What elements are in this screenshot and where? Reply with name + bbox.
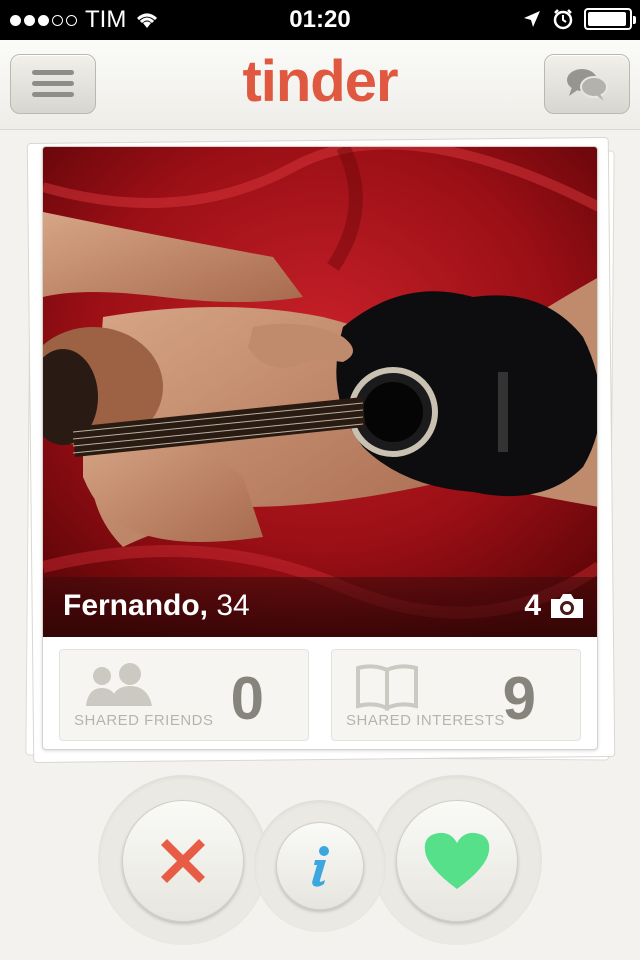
camera-icon bbox=[551, 594, 583, 618]
app-header: tinder bbox=[0, 40, 640, 130]
messages-button[interactable] bbox=[544, 54, 630, 114]
like-button[interactable] bbox=[396, 800, 518, 922]
info-button[interactable] bbox=[276, 822, 364, 910]
profile-photo[interactable]: Fernando, 34 4 bbox=[43, 147, 597, 637]
profile-first-name: Fernando, bbox=[63, 589, 209, 622]
shared-interests-value: 9 bbox=[502, 665, 536, 732]
open-book-icon bbox=[356, 664, 418, 712]
x-icon bbox=[161, 839, 205, 883]
people-icon bbox=[86, 663, 152, 706]
photo-count-value: 4 bbox=[524, 589, 541, 622]
battery-level bbox=[588, 12, 626, 26]
status-bar: TIM 01:20 bbox=[0, 0, 640, 40]
shared-interests-label: SHARED INTERESTS bbox=[346, 712, 505, 729]
shared-interests-panel[interactable]: SHARED INTERESTS 9 bbox=[331, 649, 581, 741]
location-arrow-icon bbox=[524, 11, 540, 27]
photo-count[interactable]: 4 bbox=[524, 589, 585, 623]
shared-friends-value: 0 bbox=[230, 665, 264, 732]
profile-name-bar: Fernando, 34 4 bbox=[43, 577, 597, 637]
battery-icon bbox=[584, 8, 636, 30]
info-icon bbox=[312, 846, 329, 887]
alarm-clock-icon bbox=[553, 9, 573, 30]
chat-bubbles-icon bbox=[567, 69, 608, 101]
heart-icon bbox=[424, 832, 490, 889]
shared-friends-panel[interactable]: SHARED FRIENDS 0 bbox=[59, 649, 309, 741]
profile-photo-image bbox=[43, 147, 597, 637]
shared-friends-label: SHARED FRIENDS bbox=[74, 712, 214, 729]
profile-card[interactable]: Fernando, 34 4 SHARED FRIENDS 0 SHARED I… bbox=[42, 146, 598, 750]
profile-name: Fernando, 34 bbox=[63, 589, 250, 623]
profile-age: 34 bbox=[216, 589, 250, 622]
nope-button[interactable] bbox=[122, 800, 244, 922]
